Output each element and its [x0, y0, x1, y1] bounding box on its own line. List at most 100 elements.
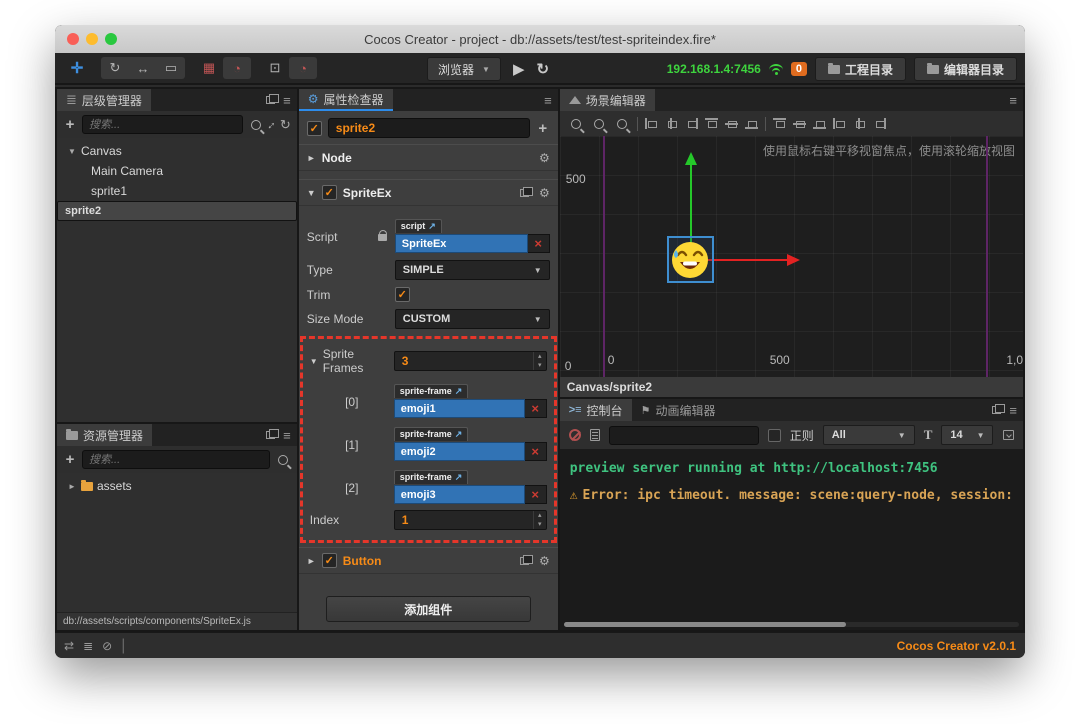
spriteex-section-header[interactable]: ▼ ✓ SpriteEx ⚙: [298, 179, 558, 206]
clear-frame-1-button[interactable]: ×: [524, 442, 547, 461]
frame-1-field[interactable]: emoji2: [393, 442, 525, 461]
gear-icon[interactable]: ⚙: [539, 554, 550, 568]
console-hscrollbar[interactable]: [563, 622, 1019, 627]
node-name-input[interactable]: [327, 118, 530, 138]
help-doc-icon[interactable]: [519, 554, 533, 565]
align-center-h-icon[interactable]: [665, 118, 678, 129]
scene-canvas[interactable]: 使用鼠标右键平移视窗焦点，使用滚轮缩放视图 500 0 0 500 1,0: [559, 136, 1023, 377]
anchor-toggle-icon[interactable]: ◔: [223, 57, 251, 79]
add-component-button[interactable]: 添加组件: [325, 596, 531, 622]
distribute-center-icon[interactable]: [853, 118, 866, 129]
pivot-toggle-icon[interactable]: ▦: [195, 57, 223, 79]
chevron-right-icon[interactable]: ►: [307, 556, 316, 566]
align-left-icon[interactable]: [644, 118, 658, 129]
distribute-bottom-icon[interactable]: [812, 118, 826, 129]
tree-node-sprite2[interactable]: sprite2: [57, 201, 297, 221]
chevron-down-icon[interactable]: ▼: [310, 357, 318, 366]
tree-node-main-camera[interactable]: Main Camera: [57, 161, 297, 181]
node-section-header[interactable]: ► Node ⚙: [298, 144, 558, 171]
tab-scene[interactable]: 场景编辑器: [559, 89, 655, 111]
clear-console-icon[interactable]: [568, 429, 581, 441]
frame-0-field[interactable]: emoji1: [393, 399, 525, 418]
clear-script-button[interactable]: ×: [527, 234, 550, 253]
expand-all-icon[interactable]: ↕: [265, 117, 279, 131]
zoom-reset-icon[interactable]: [593, 118, 604, 129]
stepper[interactable]: ▴ ▾: [532, 352, 546, 370]
log-level-dropdown[interactable]: All ▼: [822, 425, 915, 445]
align-top-icon[interactable]: [704, 118, 718, 129]
chevron-down-icon[interactable]: ▼: [307, 188, 316, 198]
align-bottom-icon[interactable]: [744, 118, 758, 129]
script-asset-field[interactable]: SpriteEx: [394, 234, 528, 253]
spriteex-enabled-checkbox[interactable]: ✓: [321, 185, 337, 200]
move-tool-icon[interactable]: ✛: [63, 57, 91, 79]
zoom-out-icon[interactable]: [570, 118, 581, 129]
align-right-icon[interactable]: [685, 118, 698, 129]
stepper[interactable]: ▴ ▾: [532, 511, 546, 529]
node-active-checkbox[interactable]: ✓: [306, 120, 322, 136]
help-doc-icon[interactable]: [519, 186, 533, 197]
panel-menu-icon[interactable]: ≡: [283, 93, 291, 108]
panel-menu-icon[interactable]: ≡: [544, 93, 552, 108]
region-tool-icon[interactable]: ⊡: [261, 57, 289, 79]
chevron-right-icon[interactable]: ►: [307, 153, 316, 163]
sprite-frames-count-input[interactable]: 3 ▴ ▾: [393, 351, 547, 371]
search-icon[interactable]: [277, 454, 288, 465]
close-window-button[interactable]: [67, 33, 79, 45]
external-link-icon[interactable]: ↗: [455, 472, 463, 483]
distribute-left-icon[interactable]: [832, 118, 846, 129]
external-link-icon[interactable]: ↗: [455, 386, 463, 397]
chevron-down-icon[interactable]: ▼: [67, 147, 77, 156]
external-link-icon[interactable]: ↗: [428, 221, 436, 232]
external-link-icon[interactable]: ↗: [455, 429, 463, 440]
float-panel-icon[interactable]: [266, 94, 280, 104]
compile-icon[interactable]: ⊘: [102, 639, 112, 653]
chevron-right-icon[interactable]: ►: [67, 482, 77, 491]
size-mode-dropdown[interactable]: CUSTOM ▼: [394, 309, 550, 329]
trim-checkbox[interactable]: ✓: [394, 287, 410, 302]
cache-icon[interactable]: ≣: [83, 639, 93, 653]
console-filter-input[interactable]: [608, 425, 759, 445]
scrollbar-thumb[interactable]: [563, 622, 846, 627]
tab-console[interactable]: >≡ 控制台: [559, 399, 632, 421]
tree-node-sprite1[interactable]: sprite1: [57, 181, 297, 201]
align-middle-icon[interactable]: [724, 118, 738, 129]
button-section-header[interactable]: ► ✓ Button ⚙: [298, 547, 558, 574]
tree-node-assets[interactable]: ► assets: [57, 476, 297, 496]
create-node-button[interactable]: +: [63, 116, 77, 133]
open-log-file-icon[interactable]: [589, 429, 600, 441]
distribute-top-icon[interactable]: [772, 118, 786, 129]
gizmo-toggle-icon[interactable]: ◔: [289, 57, 317, 79]
panel-menu-icon[interactable]: ≡: [283, 428, 291, 443]
selected-sprite[interactable]: [666, 236, 714, 283]
open-editor-dir-button[interactable]: 编辑器目录: [913, 57, 1017, 81]
frame-2-field[interactable]: emoji3: [393, 485, 525, 504]
search-icon[interactable]: [250, 119, 261, 130]
refresh-icon[interactable]: ↻: [280, 117, 291, 133]
collapse-console-icon[interactable]: [1003, 430, 1014, 440]
play-button[interactable]: ▶: [513, 60, 525, 78]
tab-hierarchy[interactable]: ≣ 层级管理器: [57, 89, 151, 111]
hierarchy-search-input[interactable]: [82, 115, 243, 134]
sync-icon[interactable]: ⇄: [64, 639, 74, 653]
distribute-middle-icon[interactable]: [792, 118, 806, 129]
assets-search-input[interactable]: [82, 450, 270, 469]
button-enabled-checkbox[interactable]: ✓: [321, 553, 337, 568]
panel-menu-icon[interactable]: ≡: [1009, 403, 1017, 418]
float-panel-icon[interactable]: [992, 404, 1006, 414]
sprite-frames-label-wrap[interactable]: ▼ Sprite Frames: [310, 347, 394, 375]
zoom-in-icon[interactable]: [616, 118, 627, 129]
type-dropdown[interactable]: SIMPLE ▼: [394, 260, 550, 280]
tab-inspector[interactable]: ⚙ 属性检查器: [298, 89, 393, 111]
add-node-button[interactable]: +: [536, 120, 550, 137]
tab-assets[interactable]: 资源管理器: [57, 424, 153, 446]
tree-node-canvas[interactable]: ▼ Canvas: [57, 141, 297, 161]
minimize-window-button[interactable]: [86, 33, 98, 45]
create-asset-button[interactable]: +: [63, 451, 77, 468]
zoom-window-button[interactable]: [105, 33, 117, 45]
scale-tool-icon[interactable]: ↔: [129, 57, 157, 79]
distribute-right-icon[interactable]: [873, 118, 886, 129]
console-log-area[interactable]: preview server running at http://localho…: [559, 449, 1023, 630]
rect-tool-icon[interactable]: ▭: [157, 57, 185, 79]
clear-frame-2-button[interactable]: ×: [524, 485, 547, 504]
